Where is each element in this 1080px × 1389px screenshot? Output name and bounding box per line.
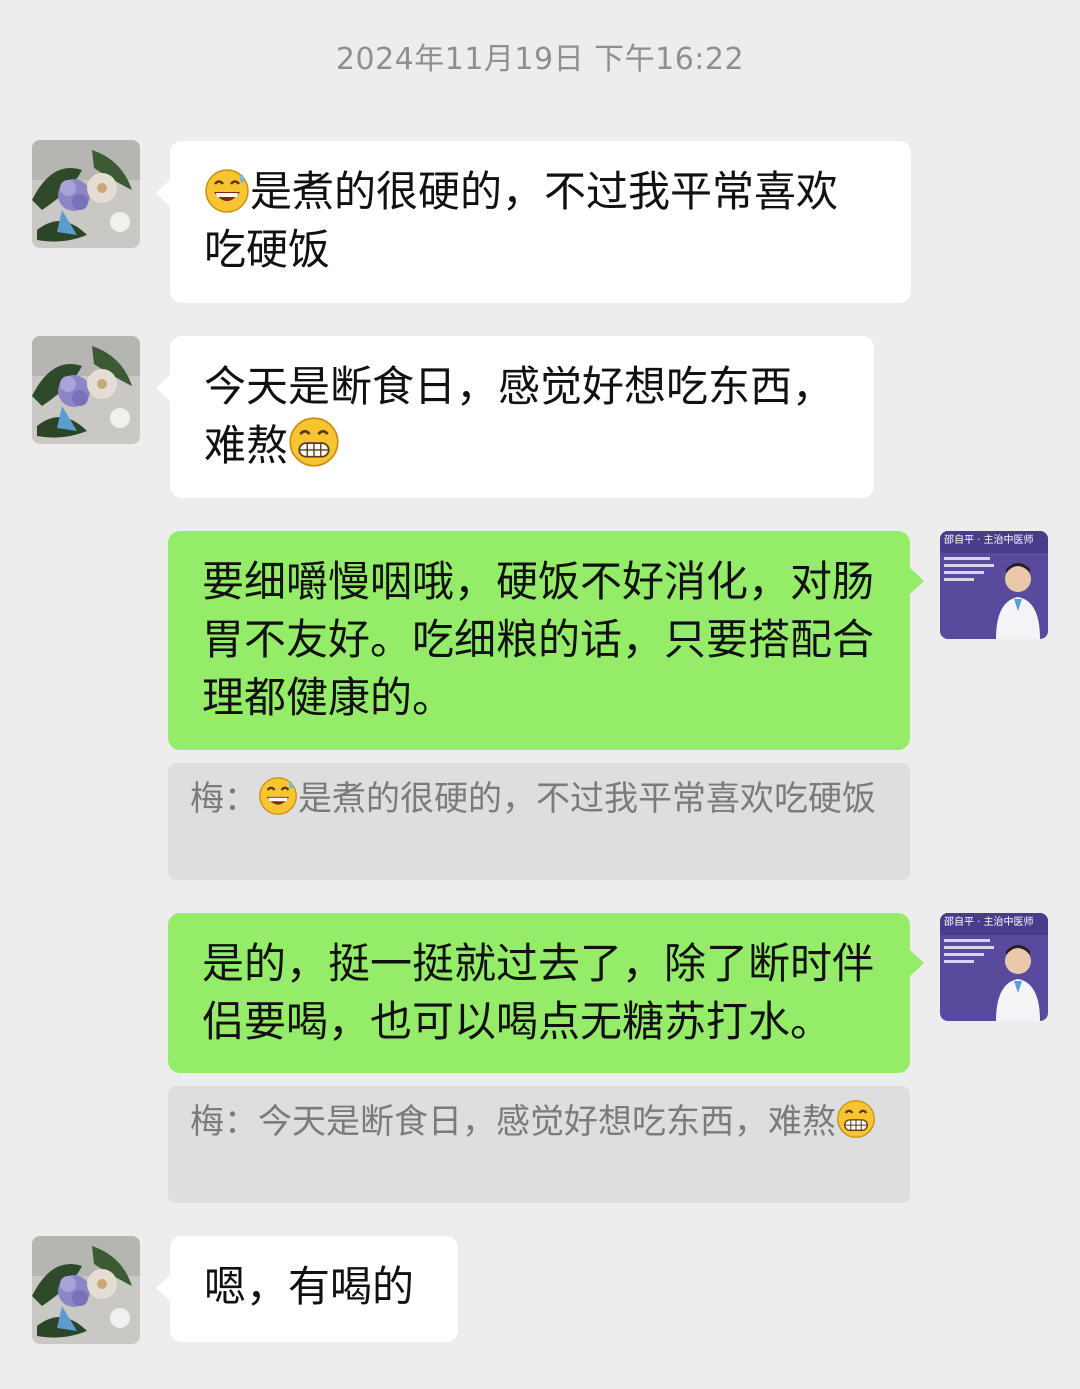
grimacing-emoji xyxy=(836,1099,876,1139)
quote-text: 是煮的很硬的，不过我平常喜欢吃硬饭 xyxy=(298,779,876,819)
quote-sender: 梅： xyxy=(190,779,258,819)
contact-avatar[interactable] xyxy=(32,140,140,248)
chat-timestamp: 2024年11月19日 下午16:22 xyxy=(335,42,745,77)
doctor-avatar-title: 邵自平 · 主治中医师 xyxy=(944,917,1034,928)
message-bubble-incoming[interactable]: 是煮的很硬的，不过我平常喜欢吃硬饭 xyxy=(156,141,911,303)
quote-sender: 梅： xyxy=(190,1102,258,1142)
contact-avatar[interactable] xyxy=(32,1236,140,1344)
quoted-message[interactable]: 梅：今天是断食日，感觉好想吃东西，难熬 xyxy=(168,1086,910,1203)
doctor-avatar[interactable]: 邵自平 · 主治中医师 xyxy=(940,531,1048,639)
contact-avatar[interactable] xyxy=(32,336,140,444)
quote-text: 今天是断食日，感觉好想吃东西，难熬 xyxy=(258,1102,836,1142)
message-bubble-incoming[interactable]: 嗯，有喝的 xyxy=(156,1236,458,1342)
message-text: 嗯，有喝的 xyxy=(204,1262,415,1311)
doctor-avatar-title: 邵自平 · 主治中医师 xyxy=(944,535,1034,546)
doctor-avatar[interactable]: 邵自平 · 主治中医师 xyxy=(940,913,1048,1021)
message-text: 是煮的很硬的，不过我平常喜欢吃硬饭 xyxy=(204,167,839,274)
message-bubble-outgoing[interactable]: 是的，挺一挺就过去了，除了断时伴侣要喝，也可以喝点无糖苏打水。 xyxy=(168,913,924,1073)
grinning-sweat-emoji xyxy=(204,168,250,214)
message-text: 要细嚼慢咽哦，硬饭不好消化，对肠胃不友好。吃细粮的话，只要搭配合理都健康的。 xyxy=(202,557,875,722)
grinning-sweat-emoji xyxy=(258,776,298,816)
message-bubble-incoming[interactable]: 今天是断食日，感觉好想吃东西，难熬 xyxy=(156,336,874,498)
grimacing-emoji xyxy=(288,416,340,468)
message-text: 是的，挺一挺就过去了，除了断时伴侣要喝，也可以喝点无糖苏打水。 xyxy=(202,939,875,1046)
message-bubble-outgoing[interactable]: 要细嚼慢咽哦，硬饭不好消化，对肠胃不友好。吃细粮的话，只要搭配合理都健康的。 xyxy=(168,531,924,750)
quoted-message[interactable]: 梅： 是煮的很硬的，不过我平常喜欢吃硬饭 xyxy=(168,763,910,880)
